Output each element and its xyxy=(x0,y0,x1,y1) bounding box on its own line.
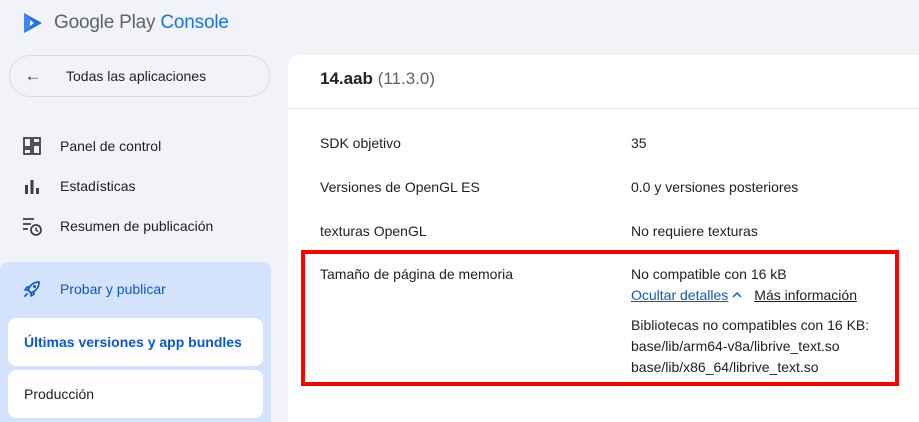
sidebar-item-label: Resumen de publicación xyxy=(60,218,214,234)
play-console-logo-icon xyxy=(24,13,42,33)
row-label-opengl-es: Versiones de OpenGL ES xyxy=(320,179,480,195)
sidebar-subitem-production[interactable]: Producción xyxy=(8,370,263,418)
brand-text: Google Play Console xyxy=(54,12,229,34)
rocket-icon xyxy=(22,279,42,299)
brand-primary: Google Play xyxy=(54,12,156,33)
brand-accent: Console xyxy=(160,12,229,33)
sidebar-section-test-release: Probar y publicar Últimas versiones y ap… xyxy=(0,262,271,422)
bundle-name: 14.aab xyxy=(320,69,373,88)
all-apps-button[interactable]: ← Todas las aplicaciones xyxy=(9,55,270,97)
sidebar-subitem-latest-releases[interactable]: Últimas versiones y app bundles xyxy=(8,318,263,366)
sidebar-item-label: Panel de control xyxy=(60,138,162,154)
sidebar-section-label: Probar y publicar xyxy=(60,281,166,297)
row-label-opengl-textures: texturas OpenGL xyxy=(320,223,427,239)
sidebar-item-publishing-overview[interactable]: Resumen de publicación xyxy=(22,215,213,237)
sidebar-item-label: Estadísticas xyxy=(60,178,136,194)
row-value-opengl-es: 0.0 y versiones posteriores xyxy=(631,179,799,195)
row-label-target-sdk: SDK objetivo xyxy=(320,135,401,151)
sidebar-item-test-release[interactable]: Probar y publicar xyxy=(22,279,166,299)
bundle-version: (11.3.0) xyxy=(377,69,435,88)
all-apps-label: Todas las aplicaciones xyxy=(66,68,207,84)
row-value-opengl-textures: No requiere texturas xyxy=(631,223,758,239)
row-value-target-sdk: 35 xyxy=(631,135,647,151)
bar-chart-icon xyxy=(22,176,42,196)
play-console-logo[interactable]: Google Play Console xyxy=(22,10,229,36)
sidebar-item-dashboard[interactable]: Panel de control xyxy=(22,135,161,157)
dashboard-icon xyxy=(22,136,42,156)
title-divider xyxy=(288,108,919,109)
arrow-left-icon: ← xyxy=(24,66,42,85)
highlight-box xyxy=(301,250,899,386)
sidebar-item-statistics[interactable]: Estadísticas xyxy=(22,175,135,197)
page-title: 14.aab (11.3.0) xyxy=(320,69,435,89)
publishing-overview-icon xyxy=(22,216,42,236)
